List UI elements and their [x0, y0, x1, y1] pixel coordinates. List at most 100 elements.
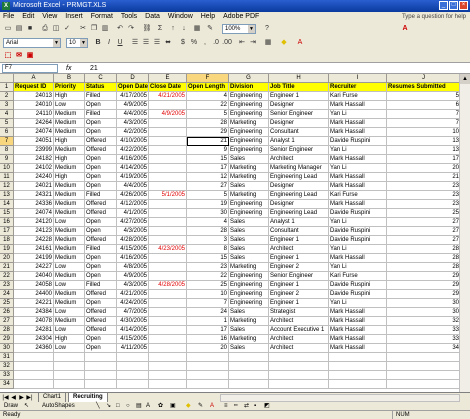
table-header-cell[interactable]: Resumes Submitted: [387, 83, 461, 92]
table-cell[interactable]: Low: [54, 263, 85, 272]
table-cell[interactable]: 5/1/2005: [149, 191, 187, 200]
table-cell[interactable]: Mark Hassall: [329, 119, 387, 128]
empty-cell[interactable]: [117, 380, 149, 389]
table-cell[interactable]: Open: [85, 128, 117, 137]
table-cell[interactable]: 24040: [14, 272, 54, 281]
table-cell[interactable]: Architect: [269, 335, 329, 344]
table-cell[interactable]: 24304: [14, 335, 54, 344]
table-cell[interactable]: 4/24/2005: [117, 299, 149, 308]
table-cell[interactable]: Engineering: [229, 290, 269, 299]
table-cell[interactable]: 7: [387, 119, 461, 128]
table-cell[interactable]: Consultant: [269, 128, 329, 137]
horizontal-scrollbar[interactable]: [220, 394, 460, 402]
table-cell[interactable]: 13: [387, 146, 461, 155]
bold-button[interactable]: B: [93, 38, 103, 48]
table-cell[interactable]: Engineering: [229, 92, 269, 101]
table-cell[interactable]: Open: [85, 155, 117, 164]
table-cell[interactable]: 33: [387, 335, 461, 344]
table-cell[interactable]: Offered: [85, 317, 117, 326]
underline-button[interactable]: U: [115, 38, 125, 48]
table-cell[interactable]: Low: [54, 344, 85, 353]
copy-icon[interactable]: ❐: [89, 24, 99, 34]
table-cell[interactable]: Engineering Lead: [269, 173, 329, 182]
table-cell[interactable]: 17: [187, 326, 229, 335]
table-cell[interactable]: 4/16/2005: [117, 254, 149, 263]
table-cell[interactable]: [149, 326, 187, 335]
table-cell[interactable]: 4/14/2005: [117, 164, 149, 173]
table-cell[interactable]: Marketing Manager: [269, 164, 329, 173]
table-cell[interactable]: 4/21/2005: [149, 92, 187, 101]
table-cell[interactable]: 4/4/2005: [117, 182, 149, 191]
column-header-a[interactable]: A: [14, 74, 54, 83]
table-cell[interactable]: Medium: [54, 191, 85, 200]
prev-sheet-icon[interactable]: ◀: [10, 394, 17, 402]
table-cell[interactable]: Sales: [229, 155, 269, 164]
table-cell[interactable]: 3: [187, 236, 229, 245]
empty-cell[interactable]: [117, 362, 149, 371]
table-cell[interactable]: Kari Furse: [329, 191, 387, 200]
table-header-cell[interactable]: Division: [229, 83, 269, 92]
table-cell[interactable]: Open: [85, 227, 117, 236]
table-cell[interactable]: 24199: [14, 254, 54, 263]
table-cell[interactable]: 4/12/2005: [117, 200, 149, 209]
table-cell[interactable]: [149, 308, 187, 317]
table-cell[interactable]: 22: [187, 272, 229, 281]
empty-cell[interactable]: [149, 380, 187, 389]
table-cell[interactable]: 28: [187, 227, 229, 236]
table-cell[interactable]: Engineering: [229, 146, 269, 155]
font-select[interactable]: Arial ▼: [3, 38, 61, 48]
table-cell[interactable]: 25: [187, 281, 229, 290]
table-cell[interactable]: 21: [187, 137, 229, 146]
table-cell[interactable]: 28: [387, 245, 461, 254]
table-cell[interactable]: Sales: [229, 182, 269, 191]
table-cell[interactable]: [149, 155, 187, 164]
table-cell[interactable]: Medium: [54, 317, 85, 326]
empty-cell[interactable]: [149, 371, 187, 380]
table-cell[interactable]: Offered: [85, 137, 117, 146]
name-box[interactable]: F7: [2, 64, 58, 73]
table-cell[interactable]: Davide Ruspini: [329, 236, 387, 245]
table-cell[interactable]: Engineering: [229, 281, 269, 290]
redo-icon[interactable]: ↷: [126, 24, 136, 34]
row-header[interactable]: 31: [0, 353, 14, 362]
table-cell[interactable]: Engineer 1: [269, 254, 329, 263]
table-cell[interactable]: Mark Hassall: [329, 155, 387, 164]
table-cell[interactable]: Open: [85, 164, 117, 173]
borders-icon[interactable]: ▦: [263, 38, 273, 48]
table-header-cell[interactable]: Open Date: [117, 83, 149, 92]
empty-cell[interactable]: [229, 362, 269, 371]
row-header[interactable]: 11: [0, 173, 14, 182]
table-cell[interactable]: 27: [187, 182, 229, 191]
table-cell[interactable]: Sales: [229, 245, 269, 254]
fill-color-icon[interactable]: ◆: [186, 402, 191, 410]
align-center-icon[interactable]: ☰: [141, 38, 151, 48]
table-cell[interactable]: Mark Hassall: [329, 200, 387, 209]
table-cell[interactable]: 4/9/2005: [117, 101, 149, 110]
table-cell[interactable]: Filled: [85, 110, 117, 119]
table-cell[interactable]: Senior Engineer: [269, 272, 329, 281]
row-header[interactable]: 16: [0, 218, 14, 227]
table-cell[interactable]: Engineering: [229, 137, 269, 146]
table-cell[interactable]: Consultant: [269, 227, 329, 236]
table-cell[interactable]: 7: [387, 110, 461, 119]
menu-data[interactable]: Data: [142, 12, 163, 22]
table-cell[interactable]: 24120: [14, 218, 54, 227]
convert-pdf-icon[interactable]: ⬚: [3, 51, 13, 61]
menu-format[interactable]: Format: [88, 12, 116, 22]
increase-decimal-icon[interactable]: .0: [211, 38, 221, 48]
table-cell[interactable]: Designer: [269, 119, 329, 128]
empty-cell[interactable]: [117, 371, 149, 380]
scroll-up-icon[interactable]: ▲: [460, 74, 470, 84]
line-style-icon[interactable]: ≡: [224, 402, 228, 410]
table-cell[interactable]: Low: [54, 308, 85, 317]
empty-cell[interactable]: [187, 362, 229, 371]
column-header-c[interactable]: C: [85, 74, 117, 83]
sort-descending-icon[interactable]: ↓: [179, 24, 189, 34]
table-cell[interactable]: Engineering: [229, 101, 269, 110]
table-cell[interactable]: 29: [387, 290, 461, 299]
autosum-icon[interactable]: Σ: [155, 24, 165, 34]
picture-icon[interactable]: ▣: [170, 402, 176, 410]
table-cell[interactable]: Medium: [54, 119, 85, 128]
table-cell[interactable]: Sales: [229, 218, 269, 227]
empty-cell[interactable]: [85, 362, 117, 371]
